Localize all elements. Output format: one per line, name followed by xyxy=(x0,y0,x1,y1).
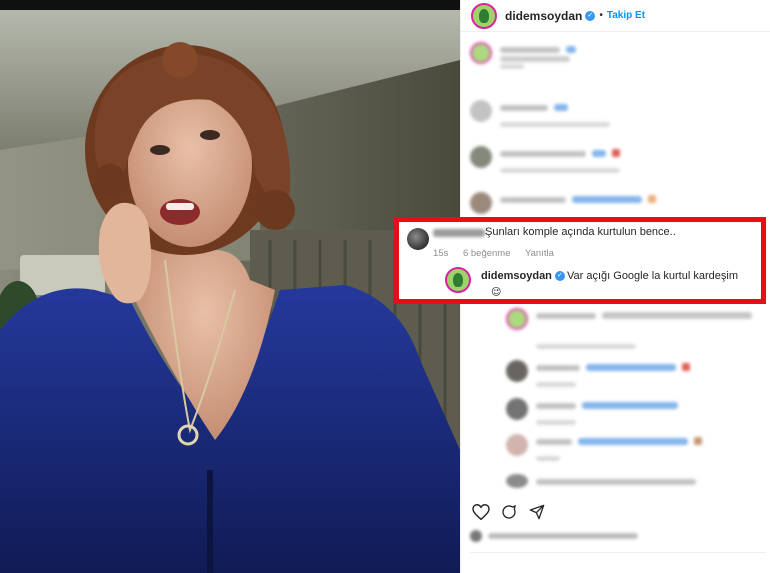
reply-author-name[interactable]: didemsoydan xyxy=(481,270,552,282)
share-button[interactable] xyxy=(526,501,548,523)
divider xyxy=(470,552,766,553)
reply-text: Var açığı Google la kurtul kardeşim xyxy=(567,270,738,282)
comment-text: Şunları komple açında kurtulun bence.. xyxy=(485,226,676,238)
commenter-username-blurred xyxy=(433,229,485,237)
highlighted-comment-thread: Şunları komple açında kurtulun bence.. 1… xyxy=(394,217,766,304)
reply-emoji: 😉 xyxy=(491,287,502,298)
likes-summary-blurred xyxy=(470,530,766,542)
woman-portrait-image xyxy=(0,0,460,573)
reply-button[interactable]: Yanıtla xyxy=(525,248,554,259)
comment-time: 15s xyxy=(433,248,449,259)
post-photo xyxy=(0,0,460,573)
reply-author-username[interactable]: didemsoydan ✓ xyxy=(481,270,565,282)
comment-icon xyxy=(502,504,516,519)
list-item xyxy=(506,474,770,488)
verified-badge-icon: ✓ xyxy=(554,271,565,282)
reply-author-avatar[interactable] xyxy=(445,267,471,293)
heart-icon xyxy=(472,504,490,520)
comment-likes[interactable]: 6 beğenme xyxy=(463,248,511,259)
follow-button[interactable]: Takip Et xyxy=(607,10,645,21)
post-action-bar xyxy=(470,500,770,524)
comment-button[interactable] xyxy=(498,501,520,523)
list-item xyxy=(506,434,770,474)
list-item xyxy=(470,100,760,140)
list-item xyxy=(506,308,770,349)
list-item xyxy=(470,192,760,214)
list-item xyxy=(506,360,770,400)
commenter-avatar[interactable] xyxy=(407,228,429,250)
list-item xyxy=(470,146,760,186)
list-item xyxy=(470,42,760,82)
header-separator: • xyxy=(599,10,603,21)
comment-meta: 15s 6 beğenme Yanıtla xyxy=(433,248,566,259)
author-avatar[interactable] xyxy=(471,2,497,29)
list-item xyxy=(506,398,770,438)
author-username[interactable]: didemsoydan xyxy=(505,9,582,23)
post-header: didemsoydan ✓ • Takip Et xyxy=(461,0,770,32)
verified-badge-icon: ✓ xyxy=(585,10,596,21)
like-button[interactable] xyxy=(470,501,492,523)
share-icon xyxy=(529,504,545,520)
